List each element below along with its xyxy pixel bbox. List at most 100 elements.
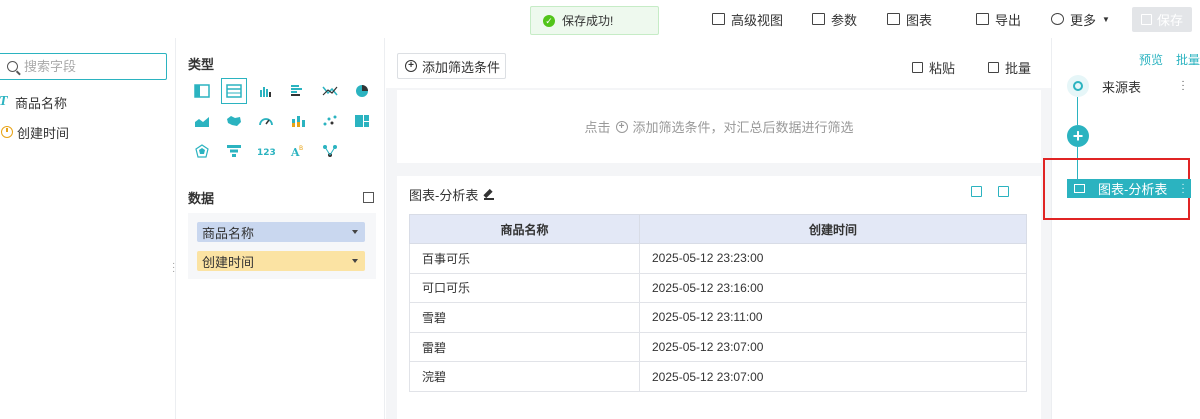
text-field-icon: T — [0, 94, 15, 110]
analysis-table-node[interactable]: 图表-分析表 · · · — [1067, 179, 1191, 198]
export-button[interactable]: 导出 — [976, 0, 1021, 38]
grouped-table-icon[interactable] — [189, 78, 215, 104]
save-button[interactable]: 保存 — [1132, 7, 1192, 32]
main-area: + 添加筛选条件 粘贴 批量 点击 + 添加筛选条件，对汇总后数据进行筛选 图表… — [386, 38, 1051, 419]
field-search[interactable] — [0, 53, 167, 80]
svg-text:123: 123 — [257, 148, 275, 158]
search-input[interactable] — [24, 59, 154, 74]
data-field-create-time[interactable]: 创建时间 — [197, 251, 365, 271]
params-icon — [812, 13, 825, 25]
panel-resize-handle[interactable]: · · · — [172, 259, 175, 277]
card-title-text: 图表-分析表 — [409, 188, 479, 203]
svg-text:B: B — [299, 145, 303, 152]
check-circle-icon: ✓ — [543, 14, 555, 27]
batch-link[interactable]: 批量 — [1176, 51, 1200, 68]
advanced-view-button[interactable]: 高级视图 — [712, 0, 783, 38]
kpi-number-icon[interactable]: 123 — [253, 138, 279, 164]
batch-edit-icon — [988, 62, 999, 73]
filter-hint-text: 添加筛选条件，对汇总后数据进行筛选 — [632, 120, 854, 135]
filter-hint-prefix: 点击 — [584, 120, 611, 135]
network-icon[interactable] — [317, 138, 343, 164]
field-item-create-time[interactable]: 创建时间 — [0, 122, 69, 142]
add-node-button[interactable]: + — [1067, 125, 1089, 147]
column-header[interactable]: 创建时间 — [639, 214, 1027, 244]
radar-icon[interactable] — [189, 138, 215, 164]
plus-circle-icon: + — [615, 120, 628, 133]
fullscreen-icon[interactable] — [998, 186, 1009, 197]
chart-type-grid: 123 AB — [189, 78, 381, 168]
chart-button[interactable]: 图表 — [887, 0, 932, 38]
filter-empty-area[interactable]: 点击 + 添加筛选条件，对汇总后数据进行筛选 — [397, 90, 1041, 163]
table-cell[interactable]: 2025-05-12 23:11:00 — [639, 302, 1027, 333]
batch-button[interactable]: 批量 — [988, 58, 1031, 77]
source-table-node[interactable]: 来源表 · · · — [1067, 75, 1193, 97]
table-cell[interactable]: 雪碧 — [409, 302, 640, 333]
kebab-menu-icon[interactable]: · · · — [1181, 179, 1185, 197]
clock-icon — [1, 126, 13, 138]
map-icon[interactable] — [221, 108, 247, 134]
more-icon — [1051, 13, 1064, 25]
analysis-table: 商品名称 创建时间 百事可乐 2025-05-12 23:23:00 可口可乐 … — [409, 214, 1027, 392]
analysis-node-label: 图表-分析表 — [1098, 182, 1168, 197]
table-header-row: 商品名称 创建时间 — [409, 214, 1027, 244]
field-label: 商品名称 — [15, 95, 68, 111]
pie-chart-icon[interactable] — [349, 78, 375, 104]
paste-label: 粘贴 — [929, 61, 956, 76]
caret-down-icon[interactable] — [352, 230, 358, 234]
table-icon — [1074, 184, 1085, 193]
card-title: 图表-分析表 — [409, 185, 495, 204]
column-header[interactable]: 商品名称 — [409, 214, 640, 244]
table-cell[interactable]: 2025-05-12 23:07:00 — [639, 361, 1027, 392]
stacked-bar-icon[interactable] — [285, 108, 311, 134]
add-filter-button[interactable]: + 添加筛选条件 — [397, 53, 506, 79]
search-icon — [7, 61, 18, 72]
data-field-box: 商品名称 创建时间 — [188, 213, 376, 279]
plus-circle-icon: + — [405, 60, 417, 72]
rect-tree-icon[interactable] — [349, 108, 375, 134]
paste-button[interactable]: 粘贴 — [912, 58, 955, 77]
data-section-header: 数据 — [188, 188, 374, 207]
table-cell[interactable]: 雷碧 — [409, 331, 640, 363]
more-button[interactable]: 更多 ▼ — [1051, 0, 1110, 38]
table-cell[interactable]: 2025-05-12 23:16:00 — [639, 272, 1027, 304]
preview-link[interactable]: 预览 — [1139, 51, 1163, 68]
table-view-icon — [712, 13, 725, 25]
save-label: 保存 — [1156, 13, 1183, 28]
table-row: 浣碧 2025-05-12 23:07:00 — [409, 361, 1027, 392]
filter-bar: + 添加筛选条件 粘贴 批量 — [386, 38, 1051, 88]
scatter-icon[interactable] — [317, 108, 343, 134]
table-cell[interactable]: 2025-05-12 23:07:00 — [639, 331, 1027, 363]
word-cloud-icon[interactable]: AB — [285, 138, 311, 164]
data-field-label: 创建时间 — [202, 254, 255, 270]
field-label: 创建时间 — [17, 125, 70, 141]
source-node-label: 来源表 — [1102, 79, 1142, 95]
detail-table-icon[interactable] — [221, 78, 247, 104]
sort-icon[interactable] — [971, 186, 982, 197]
toast-message: 保存成功! — [562, 14, 614, 28]
advanced-view-label: 高级视图 — [731, 12, 784, 28]
card-tools — [971, 186, 1009, 197]
edit-icon[interactable] — [484, 190, 495, 200]
table-cell[interactable]: 浣碧 — [409, 361, 640, 392]
table-row: 雷碧 2025-05-12 23:07:00 — [409, 331, 1027, 363]
source-icon — [1067, 75, 1089, 97]
table-cell[interactable]: 可口可乐 — [409, 272, 640, 304]
gauge-icon[interactable] — [253, 108, 279, 134]
horizontal-bar-icon[interactable] — [285, 78, 311, 104]
field-item-product-name[interactable]: T 商品名称 — [0, 92, 67, 112]
caret-down-icon[interactable] — [352, 259, 358, 263]
bar-chart-icon[interactable] — [253, 78, 279, 104]
pipeline-links: 预览 批量 — [1139, 51, 1200, 68]
popout-icon[interactable] — [363, 192, 374, 203]
table-cell[interactable]: 百事可乐 — [409, 243, 640, 274]
line-chart-icon[interactable] — [317, 78, 343, 104]
params-button[interactable]: 参数 — [812, 0, 857, 38]
area-chart-icon[interactable] — [189, 108, 215, 134]
table-cell[interactable]: 2025-05-12 23:23:00 — [639, 243, 1027, 274]
chart-label: 图表 — [906, 12, 933, 28]
chart-icon — [887, 13, 900, 25]
data-section-title: 数据 — [188, 191, 215, 206]
data-field-product-name[interactable]: 商品名称 — [197, 222, 365, 242]
funnel-icon[interactable] — [221, 138, 247, 164]
kebab-menu-icon[interactable]: · · · — [1181, 77, 1185, 95]
